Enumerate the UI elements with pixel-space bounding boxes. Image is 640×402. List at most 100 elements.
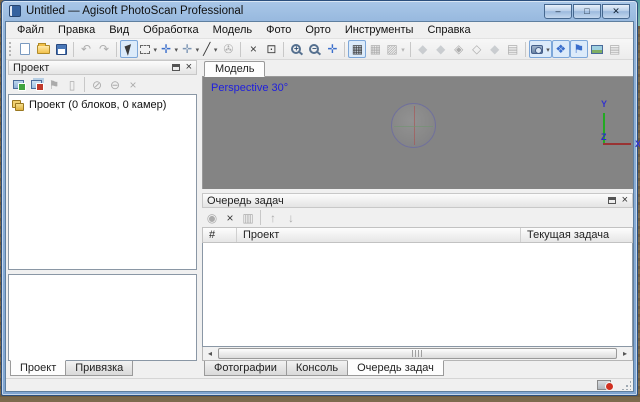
zoom-in-button[interactable]: + [287, 40, 305, 58]
run-record-icon: ◉ [206, 210, 218, 225]
new-button[interactable] [16, 40, 34, 58]
add-scalebar-button: ▯ [63, 76, 81, 94]
tab-console[interactable]: Консоль [285, 361, 349, 376]
zoom-fit-button[interactable]: ✛ [323, 40, 341, 58]
ortho-image-icon [590, 44, 603, 54]
axis-x-label: X [635, 139, 640, 149]
menu-model: Модель [212, 24, 253, 36]
bottom-dock-tabs: Фотографии Консоль Очередь задач [202, 360, 633, 378]
toolbar-separator [84, 77, 85, 92]
scrollbar-thumb[interactable] [218, 348, 617, 359]
axis-y-label: Y [601, 99, 608, 109]
workspace-toolbar: ⚑ ▯ ⊘ ⊖ × [8, 75, 197, 94]
minimize-button[interactable]: – [544, 3, 572, 19]
shaded-diamond-icon: ◆ [436, 42, 446, 56]
move-task-up-button: ↑ [264, 209, 282, 227]
menu-photo: Фото [266, 24, 292, 36]
crop-button[interactable]: ⊡ [262, 40, 280, 58]
horizontal-scrollbar[interactable]: ◂ ▸ [202, 347, 633, 361]
solid-diamond-icon: ◈ [454, 42, 464, 56]
save-button[interactable] [52, 40, 70, 58]
undo-icon: ↶ [80, 42, 92, 56]
column-current-task[interactable]: Текущая задача [521, 228, 632, 242]
tree-item-project-root[interactable]: Проект (0 блоков, 0 камер) [11, 97, 194, 113]
redo-button: ↷ [95, 40, 113, 58]
workspace-details-pane[interactable] [8, 274, 197, 361]
tree-item-label: Проект (0 блоков, 0 камер) [29, 99, 167, 111]
flag-icon: ⚑ [573, 42, 585, 56]
scroll-right-icon[interactable]: ▸ [618, 347, 632, 360]
point-cloud-diamond-icon: ◆ [418, 42, 428, 56]
ortho-view-button[interactable] [588, 40, 606, 58]
toolbar-separator [240, 41, 242, 57]
export-tasks-button: ▥ [239, 209, 257, 227]
menu-help: Справка [427, 24, 471, 36]
zoom-out-button[interactable]: − [305, 40, 323, 58]
workspace-tree[interactable]: Проект (0 блоков, 0 камер) [8, 94, 197, 270]
tab-reference[interactable]: Привязка [65, 361, 134, 376]
solid-view-button: ◈ [450, 40, 468, 58]
toolbar-drag-handle[interactable] [9, 42, 13, 56]
tab-model[interactable]: Модель [204, 61, 266, 77]
axis-z-label: Z [601, 132, 607, 142]
tab-task-queue[interactable]: Очередь задач [347, 360, 444, 376]
camera-rig-icon: ▤ [507, 42, 519, 56]
close-panel-icon[interactable]: × [186, 62, 192, 73]
resize-grip[interactable] [621, 380, 631, 390]
toolbar-separator [73, 41, 74, 57]
ruler-button[interactable]: ╱ [201, 40, 219, 58]
maximize-button[interactable]: □ [573, 3, 601, 19]
toolbar-separator [409, 41, 411, 57]
window-content: Файл Правка Вид Обработка Модель Фото Орто Инст… [5, 21, 640, 392]
main-toolbar-buttons: ↶↷✛✛╱✇×⊡+−✛▦▦▨◆◆◈◇◆▤❖⚑▤ [16, 40, 624, 58]
remove-item-button: × [124, 76, 142, 94]
export-batch-icon: ▥ [242, 210, 254, 225]
camera-icon [530, 44, 543, 54]
disable-circle-icon: ⊖ [109, 77, 121, 92]
toolbar-separator [524, 41, 526, 57]
tab-workspace[interactable]: Проект [10, 360, 67, 376]
rectangle-selection-button[interactable] [138, 40, 159, 58]
textured-diamond-icon: ◆ [490, 42, 500, 56]
show-photos-button[interactable] [528, 40, 552, 58]
enable-item-button: ⊘ [88, 76, 106, 94]
close-panel-icon[interactable]: × [622, 195, 628, 206]
show-markers-button[interactable]: ❖ [551, 40, 570, 58]
window-controls: – □ ✕ [544, 3, 630, 19]
arrow-down-icon: ↓ [288, 210, 294, 225]
column-project[interactable]: Проект [237, 228, 521, 242]
undo-button: ↶ [77, 40, 95, 58]
main-area: Проект × ⚑ ▯ ⊘ ⊖ × Проект (0 блоков, 0 камер… [6, 60, 640, 378]
axis-x-line [603, 143, 631, 145]
close-button[interactable]: ✕ [602, 3, 630, 19]
rotate-object-button[interactable]: ✛ [180, 40, 201, 58]
add-marker-button: ⚑ [45, 76, 63, 94]
marker-tag-icon: ❖ [555, 42, 567, 56]
tab-photos[interactable]: Фотографии [204, 361, 287, 376]
grid-view-large-icon: ▦ [369, 42, 382, 56]
grid-view-button[interactable]: ▦ [348, 40, 367, 58]
scroll-left-icon[interactable]: ◂ [203, 347, 217, 360]
add-chunk-button[interactable] [9, 76, 27, 94]
float-panel-icon[interactable] [171, 64, 180, 71]
column-number[interactable]: # [203, 228, 237, 242]
task-table-body[interactable] [202, 243, 633, 347]
disable-item-button: ⊖ [106, 76, 124, 94]
close-icon: ✕ [612, 5, 620, 16]
delete-task-button[interactable]: × [221, 209, 239, 227]
menu-workflow: Обработка [143, 24, 199, 36]
float-panel-icon[interactable] [607, 197, 616, 204]
delete-button[interactable]: × [244, 40, 262, 58]
move-object-button[interactable]: ✛ [159, 40, 180, 58]
status-bar [6, 378, 633, 391]
model-viewport[interactable]: Perspective 30° Y X Z [202, 77, 640, 189]
show-flags-button[interactable]: ⚑ [569, 40, 588, 58]
titlebar[interactable]: Untitled — Agisoft PhotoScan Professiona… [5, 1, 634, 21]
workspace-dock: Проект × ⚑ ▯ ⊘ ⊖ × Проект (0 блоков, 0 камер… [6, 60, 199, 378]
minimize-icon: – [555, 5, 561, 16]
navigation-button[interactable] [120, 40, 138, 58]
add-photos-button[interactable] [27, 76, 45, 94]
axis-gizmo: Y X Z [581, 99, 640, 149]
open-button[interactable] [34, 40, 52, 58]
toolbar-separator [283, 41, 285, 57]
